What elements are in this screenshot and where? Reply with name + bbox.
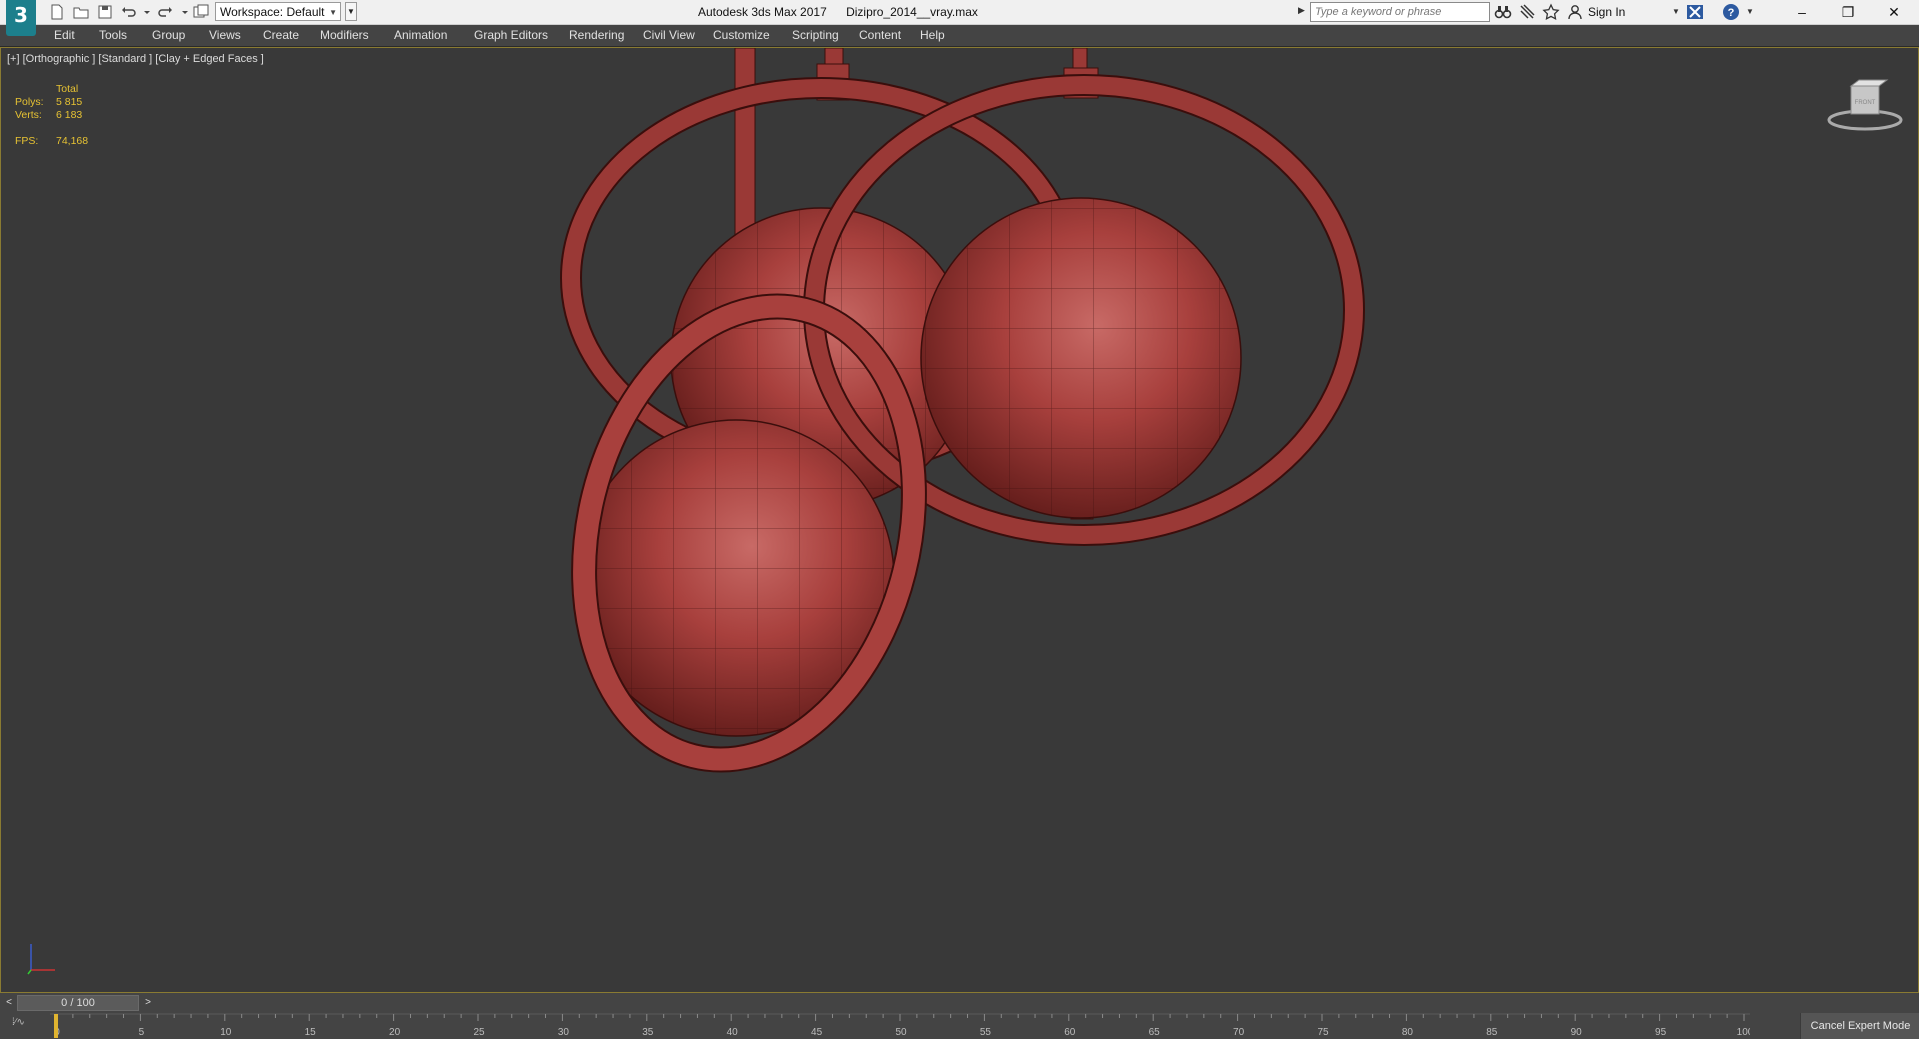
- menu-edit[interactable]: Edit: [54, 28, 75, 42]
- new-file-icon[interactable]: [48, 3, 66, 21]
- ruler-tick-label: 30: [558, 1027, 570, 1038]
- search-expand-icon[interactable]: ▶: [1298, 5, 1305, 16]
- communication-center-icon[interactable]: [1518, 3, 1536, 21]
- stats-polys-value: 5 815: [56, 96, 83, 108]
- undo-dropdown-icon[interactable]: [138, 3, 150, 21]
- redo-icon[interactable]: [156, 3, 174, 21]
- sign-in-link[interactable]: Sign In: [1588, 5, 1625, 19]
- ruler-tick-label: 25: [473, 1027, 485, 1038]
- menu-tools[interactable]: Tools: [99, 28, 127, 42]
- stats-verts-label: Verts:: [15, 109, 42, 121]
- stats-fps-value: 74,168: [56, 135, 89, 147]
- time-slider-prev-button[interactable]: <: [2, 995, 16, 1011]
- menu-civil-view[interactable]: Civil View: [643, 28, 695, 42]
- ruler-tick-label: 20: [389, 1027, 401, 1038]
- menu-create[interactable]: Create: [263, 28, 299, 42]
- ruler-tick-label: 10: [220, 1027, 232, 1038]
- time-slider-thumb[interactable]: 0 / 100: [17, 995, 139, 1011]
- menu-content[interactable]: Content: [859, 28, 901, 42]
- window-title: Autodesk 3ds Max 2017 Dizipro_2014__vray…: [698, 5, 978, 19]
- ruler-tick-label: 75: [1317, 1027, 1329, 1038]
- cancel-expert-mode-button[interactable]: Cancel Expert Mode: [1800, 1013, 1919, 1039]
- minimize-button[interactable]: –: [1780, 0, 1824, 24]
- project-folder-icon[interactable]: [192, 3, 210, 21]
- chevron-down-icon: ▼: [329, 8, 337, 17]
- ruler-tick-label: 65: [1149, 1027, 1161, 1038]
- time-slider[interactable]: < 0 / 100 >: [0, 994, 1919, 1012]
- title-bar: 3 Workspace: Default ▼ ▼ Autodesk 3ds Ma…: [0, 0, 1919, 36]
- undo-icon[interactable]: [120, 3, 138, 21]
- app-name: Autodesk 3ds Max 2017: [698, 5, 827, 19]
- help-icon[interactable]: ?: [1722, 3, 1742, 21]
- binoculars-icon[interactable]: [1494, 3, 1512, 21]
- stats-polys-label: Polys:: [15, 96, 44, 108]
- track-ruler[interactable]: 0510152025303540455055606570758085909510…: [50, 1013, 1750, 1039]
- chevron-down-icon[interactable]: ▼: [1672, 7, 1680, 16]
- ruler-tick-label: 45: [811, 1027, 823, 1038]
- open-file-icon[interactable]: [72, 3, 90, 21]
- menu-bar: Edit Tools Group Views Create Modifiers …: [0, 25, 1919, 47]
- save-icon[interactable]: [96, 3, 114, 21]
- stats-verts-value: 6 183: [56, 109, 83, 121]
- app-logo-text: 3: [14, 3, 28, 27]
- help-glyph: ?: [1728, 7, 1735, 19]
- workspace-dropdown[interactable]: Workspace: Default ▼: [215, 2, 341, 21]
- workspace-label: Workspace: Default: [220, 5, 325, 19]
- ruler-tick-label: 60: [1064, 1027, 1076, 1038]
- restore-button[interactable]: ❐: [1826, 0, 1870, 24]
- exchange-apps-icon[interactable]: [1686, 3, 1706, 21]
- menu-customize[interactable]: Customize: [713, 28, 770, 42]
- ruler-ticks: 0510152025303540455055606570758085909510…: [54, 1014, 1750, 1038]
- customize-quick-access-icon[interactable]: ▼: [345, 2, 357, 21]
- viewcube-icon[interactable]: FRONT: [1825, 76, 1905, 138]
- ruler-tick-label: 15: [305, 1027, 317, 1038]
- ruler-tick-label: 70: [1233, 1027, 1245, 1038]
- current-frame-marker[interactable]: [54, 1014, 58, 1038]
- ruler-tick-label: 90: [1571, 1027, 1583, 1038]
- menu-scripting[interactable]: Scripting: [792, 28, 839, 42]
- ruler-tick-label: 5: [139, 1027, 145, 1038]
- ruler-tick-label: 100: [1737, 1027, 1750, 1038]
- scene-render: [560, 48, 1365, 773]
- ruler-tick-label: 35: [642, 1027, 654, 1038]
- menu-rendering[interactable]: Rendering: [569, 28, 624, 42]
- stats-total-label: Total: [56, 83, 79, 95]
- chevron-down-icon[interactable]: ▼: [1746, 7, 1754, 16]
- app-logo-button[interactable]: 3: [6, 0, 36, 36]
- menu-group[interactable]: Group: [152, 28, 185, 42]
- ruler-tick-label: 50: [895, 1027, 907, 1038]
- menu-graph-editors[interactable]: Graph Editors: [474, 28, 548, 42]
- ruler-tick-label: 55: [980, 1027, 992, 1038]
- file-name: Dizipro_2014__vray.max: [846, 5, 978, 19]
- viewport-label[interactable]: [+] [Orthographic ] [Standard ] [Clay + …: [7, 53, 264, 65]
- ruler-tick-label: 95: [1655, 1027, 1667, 1038]
- track-bar: ⁞∕∿ 051015202530354045505560657075808590…: [0, 1013, 1919, 1039]
- menu-views[interactable]: Views: [209, 28, 241, 42]
- ruler-tick-label: 40: [727, 1027, 739, 1038]
- favorites-star-icon[interactable]: [1542, 3, 1560, 21]
- ruler-tick-label: 85: [1486, 1027, 1498, 1038]
- time-slider-next-button[interactable]: >: [141, 995, 155, 1011]
- close-button[interactable]: ✕: [1872, 0, 1916, 24]
- redo-dropdown-icon[interactable]: [176, 3, 188, 21]
- stats-fps-label: FPS:: [15, 135, 39, 147]
- orthographic-viewport[interactable]: [+] [Orthographic ] [Standard ] [Clay + …: [0, 47, 1919, 993]
- menu-help[interactable]: Help: [920, 28, 945, 42]
- search-placeholder: Type a keyword or phrase: [1315, 6, 1442, 18]
- menu-animation[interactable]: Animation: [394, 28, 447, 42]
- axis-tripod-icon: [27, 944, 55, 975]
- user-icon: [1566, 3, 1584, 21]
- ruler-tick-label: 80: [1402, 1027, 1414, 1038]
- search-input[interactable]: Type a keyword or phrase: [1310, 2, 1490, 22]
- viewcube-face-label: FRONT: [1855, 100, 1876, 106]
- curve-editor-icon[interactable]: ⁞∕∿: [12, 1017, 25, 1028]
- menu-modifiers[interactable]: Modifiers: [320, 28, 369, 42]
